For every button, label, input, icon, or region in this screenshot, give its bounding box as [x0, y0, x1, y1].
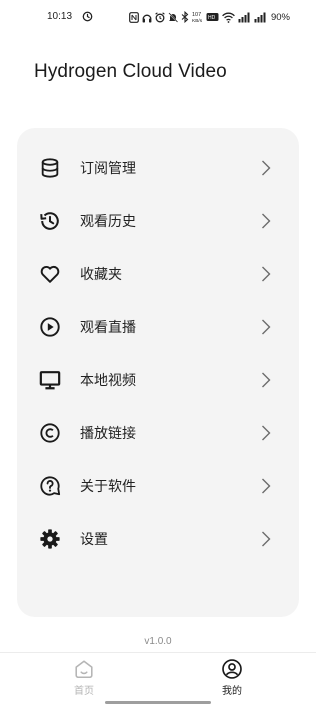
menu-item-label: 本地视频: [80, 373, 136, 389]
chevron-right-icon: [262, 160, 271, 176]
menu-card: 订阅管理 观看历史 收藏夹 观看直播 本地视频 播放链接 关于软件 设置: [17, 128, 299, 617]
history-icon: [40, 212, 59, 230]
play-circle-icon: [40, 317, 60, 337]
monitor-icon: [39, 371, 61, 390]
nav-home-tab[interactable]: 首页: [44, 653, 124, 701]
svg-text:KB/s: KB/s: [192, 18, 203, 23]
menu-item-live[interactable]: 观看直播: [17, 301, 299, 354]
status-time: 10:13: [47, 11, 73, 22]
svg-text:HD: HD: [208, 15, 216, 21]
menu-item-play-link[interactable]: 播放链接: [17, 407, 299, 460]
menu-item-settings[interactable]: 设置: [17, 513, 299, 566]
chevron-right-icon: [262, 372, 271, 388]
copyright-icon: [40, 423, 60, 443]
gear-icon: [40, 529, 60, 549]
bluetooth-icon: [181, 11, 189, 23]
menu-item-subscriptions[interactable]: 订阅管理: [17, 142, 299, 195]
chevron-right-icon: [262, 531, 271, 547]
menu-item-history[interactable]: 观看历史: [17, 195, 299, 248]
app-title: Hydrogen Cloud Video: [34, 61, 227, 82]
menu-item-label: 播放链接: [80, 426, 136, 442]
menu-item-label: 订阅管理: [80, 161, 136, 177]
user-circle-icon: [222, 659, 242, 679]
nav-mine-tab[interactable]: 我的: [192, 653, 272, 701]
menu-item-label: 设置: [80, 532, 108, 548]
chevron-right-icon: [262, 478, 271, 494]
nav-home-label: 首页: [74, 686, 94, 697]
app-notification-icon: [82, 11, 93, 22]
chevron-right-icon: [262, 266, 271, 282]
gesture-home-indicator[interactable]: [105, 701, 211, 704]
wifi-icon: [222, 12, 235, 23]
menu-item-label: 观看历史: [80, 214, 136, 230]
help-circle-icon: [40, 476, 61, 496]
menu-item-local-video[interactable]: 本地视频: [17, 354, 299, 407]
heart-icon: [40, 265, 60, 283]
status-icons: 107 KB/s HD 90%: [129, 10, 290, 24]
chevron-right-icon: [262, 319, 271, 335]
signal-icon: [238, 12, 250, 22]
network-speed-icon: 107KB/s: [192, 12, 203, 23]
alarm-icon: [155, 11, 165, 22]
chevron-right-icon: [262, 425, 271, 441]
database-icon: [41, 158, 59, 178]
headphones-icon: [142, 14, 152, 22]
menu-item-about[interactable]: 关于软件: [17, 460, 299, 513]
mute-icon: [168, 11, 178, 23]
battery-level: 90%: [270, 11, 290, 23]
nav-mine-label: 我的: [222, 686, 242, 697]
chevron-right-icon: [262, 213, 271, 229]
version-label: v1.0.0: [144, 636, 172, 647]
home-icon: [75, 660, 93, 679]
signal-icon: [254, 12, 266, 22]
svg-text:107: 107: [192, 12, 201, 18]
menu-item-label: 关于软件: [80, 479, 136, 495]
menu-item-label: 收藏夹: [80, 267, 122, 283]
menu-item-favorites[interactable]: 收藏夹: [17, 248, 299, 301]
menu-item-label: 观看直播: [80, 320, 136, 336]
volte-icon: HD: [206, 13, 219, 21]
status-bar: 10:13 107 KB/s HD 90%: [0, 0, 316, 36]
nfc-icon: [129, 11, 139, 23]
